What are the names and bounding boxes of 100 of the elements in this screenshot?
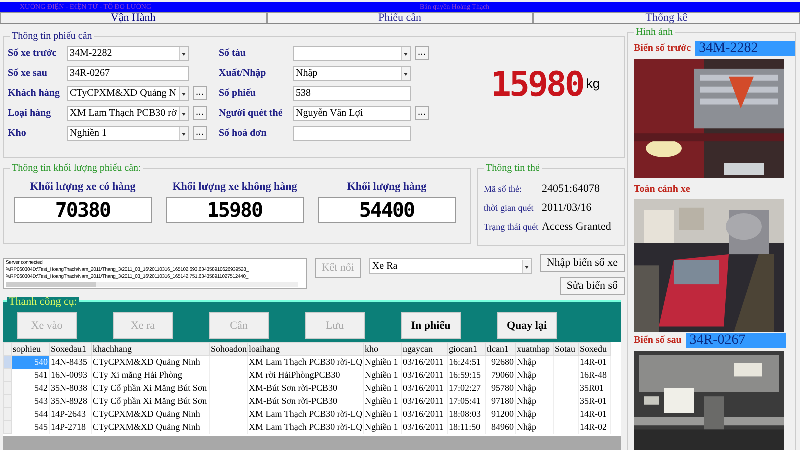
input-field[interactable]: 34R-0267: [67, 66, 189, 80]
tab[interactable]: Vận Hành: [0, 12, 267, 23]
caret-icon: [401, 66, 410, 80]
caret-icon: [179, 106, 188, 120]
table-cell: 95780: [486, 382, 516, 394]
table-cell: Nhập: [516, 356, 554, 368]
row-selector[interactable]: [4, 394, 12, 408]
row-selector[interactable]: [4, 382, 12, 394]
dropdown-field[interactable]: [293, 46, 411, 60]
browse-button[interactable]: ...: [193, 106, 207, 120]
tab[interactable]: Thống kê: [533, 12, 800, 23]
input-field[interactable]: Nguyễn Văn Lợi: [293, 106, 411, 120]
field-label: Số tàu: [219, 48, 247, 58]
browse-button[interactable]: ...: [415, 46, 429, 60]
column-header[interactable]: ngaycan: [402, 342, 448, 356]
table-cell: 84960: [486, 420, 516, 434]
column-header[interactable]: Soxedau1: [50, 342, 92, 356]
table-cell: Nhập: [516, 408, 554, 420]
column-header[interactable]: Sotau: [554, 342, 578, 356]
caret-icon: [179, 86, 188, 100]
dropdown-field[interactable]: Nhập: [293, 66, 411, 80]
caret-icon: [522, 260, 531, 272]
table-cell: 545: [12, 420, 50, 434]
field-label: Kho: [8, 128, 28, 138]
table-cell: 35N-8038: [50, 382, 92, 394]
table-cell: 543: [12, 394, 50, 408]
table-cell: 79060: [486, 368, 516, 382]
table-cell: Nghiền 1: [364, 420, 402, 434]
table-cell: 18:11:50: [448, 420, 486, 434]
column-header[interactable]: kho: [364, 342, 402, 356]
dropdown-field[interactable]: 34M-2282: [67, 46, 189, 60]
table-cell: 14N-8435: [50, 356, 92, 368]
row-selector[interactable]: [4, 368, 12, 382]
group-title: Thông tin khối lượng phiếu cân:: [10, 163, 144, 174]
field-label: Khách hàng: [8, 88, 61, 98]
field-label: Số phiếu: [219, 88, 257, 98]
browse-button[interactable]: ...: [193, 126, 207, 140]
table-cell: XM rời HảiPhòngPCB30: [248, 368, 364, 382]
table-cell: 03/16/2011: [402, 356, 448, 368]
field-label: Số hoá đơn: [219, 128, 268, 138]
row-selector[interactable]: [4, 420, 12, 434]
toolbar-button[interactable]: In phiếu: [401, 312, 461, 339]
table-cell: 544: [12, 408, 50, 420]
table-cell: 92680: [486, 356, 516, 368]
column-header[interactable]: sophieu: [12, 342, 50, 356]
column-header[interactable]: Sohoadon: [210, 342, 248, 356]
table-cell: 14P-2643: [50, 408, 92, 420]
row-selector[interactable]: [4, 356, 12, 368]
dropdown-field[interactable]: Xe Ra: [369, 258, 532, 274]
table-cell: 91200: [486, 408, 516, 420]
action-button[interactable]: Nhập biển số xe: [540, 254, 625, 272]
input-field[interactable]: 538: [293, 86, 411, 100]
table-cell: 542: [12, 382, 50, 394]
dropdown-field[interactable]: CTyCPXM&XD Quảng N: [67, 86, 189, 100]
tab[interactable]: Phiếu cân: [266, 12, 534, 23]
dropdown-field[interactable]: XM Lam Thạch PCB30 rờ: [67, 106, 189, 120]
table-cell: XM Lam Thạch PCB30 rời-LQ: [248, 408, 364, 420]
column-header[interactable]: Soxedu: [578, 342, 610, 356]
table-cell: 16R-48: [578, 368, 610, 382]
group-title: Thanh công cụ:: [7, 297, 80, 308]
column-header[interactable]: tlcan1: [486, 342, 516, 356]
table-cell: Nghiền 1: [364, 394, 402, 408]
column-header[interactable]: xuatnhap: [516, 342, 554, 356]
action-button[interactable]: Sửa biển số: [560, 277, 625, 295]
table-cell: CTyCPXM&XD Quảng Ninh: [92, 356, 210, 368]
table-cell: 35R-01: [578, 394, 610, 408]
column-header[interactable]: khachhang: [92, 342, 210, 356]
table-cell: XM Lam Thạch PCB30 rời-LQ: [248, 356, 364, 368]
table-cell: Nhập: [516, 420, 554, 434]
unit-label: kg: [586, 76, 600, 91]
column-header[interactable]: giocan1: [448, 342, 486, 356]
table-cell: 03/16/2011: [402, 394, 448, 408]
browse-button[interactable]: ...: [193, 86, 207, 100]
weight-label: Khối lượng xe có hàng: [30, 181, 136, 193]
dropdown-field[interactable]: Nghiền 1: [67, 126, 189, 140]
table-cell: 03/16/2011: [402, 382, 448, 394]
table-cell: XM-Bút Sơn rời-PCB30: [248, 394, 364, 408]
field-label: Số xe sau: [8, 68, 48, 78]
info-label: Trạng thái quét: [484, 222, 540, 232]
info-value: 24051:64078: [542, 182, 600, 194]
caret-icon: [179, 46, 188, 60]
weight-display: 54400: [318, 197, 456, 223]
input-field[interactable]: [293, 126, 411, 140]
field-label: Người quét thẻ: [219, 108, 284, 118]
row-selector[interactable]: [4, 408, 12, 420]
table-cell: Nghiền 1: [364, 408, 402, 420]
table-cell: Nghiền 1: [364, 368, 402, 382]
table-cell: 16:59:15: [448, 368, 486, 382]
weight-label: Khối lượng hàng: [347, 181, 427, 193]
table-cell: 14P-2718: [50, 420, 92, 434]
browse-button[interactable]: ...: [415, 106, 429, 120]
table-cell: 03/16/2011: [402, 408, 448, 420]
table-cell: Nhập: [516, 368, 554, 382]
column-header[interactable]: loaihang: [248, 342, 364, 356]
caret-icon: [179, 126, 188, 140]
plate-number: 34M-2282: [695, 41, 796, 56]
table-cell: 18:08:03: [448, 408, 486, 420]
weight-display: 70380: [14, 197, 152, 223]
info-label: thời gian quét: [484, 202, 535, 212]
toolbar-button[interactable]: Quay lại: [497, 312, 557, 339]
